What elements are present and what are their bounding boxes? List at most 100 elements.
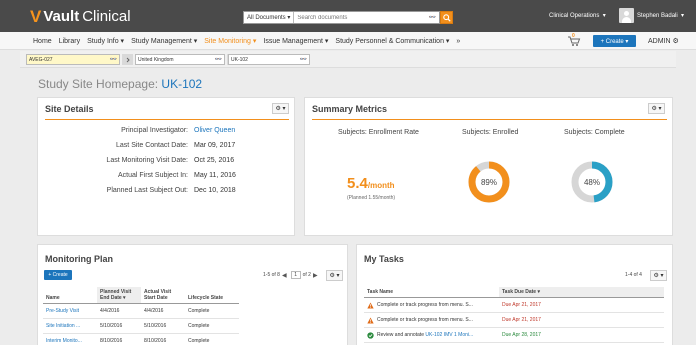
table-cell-state: Complete: [185, 318, 239, 334]
complete-donut-chart: 48%: [571, 161, 613, 203]
main-nav: Home Library Study Info ▾ Study Management …: [0, 32, 696, 50]
monitoring-plan-table: Name Planned Visit End Date ▾ Actual Visit…: [43, 287, 239, 345]
nav-item-6[interactable]: Study Personnel & Communication ▾: [335, 37, 449, 45]
country-picker[interactable]: United Kingdom 👓: [135, 54, 225, 65]
search-scope-dropdown[interactable]: All Documents ▾: [244, 12, 295, 23]
binoculars-icon[interactable]: 👓: [110, 56, 117, 63]
pager-range: 1-4 of 4: [625, 272, 642, 278]
enrolled-label: Subjects: Enrolled: [462, 129, 519, 136]
table-cell-name[interactable]: Interim Monito...: [43, 333, 97, 345]
column-header[interactable]: Task Due Date ▾: [499, 287, 664, 298]
page-title: Study Site Homepage: UK-102: [38, 77, 202, 91]
monitoring-plan-panel: Monitoring Plan + Create 1-5 of 8 ◀ 1 of…: [37, 244, 348, 345]
task-due-date: Due Apr 21, 2017: [499, 312, 664, 328]
nav-item-3[interactable]: Study Management ▾: [131, 37, 197, 45]
task-due-date: Due Apr 21, 2017: [499, 297, 664, 313]
search-box: All Documents ▾ 👓: [243, 11, 440, 24]
page-title-site[interactable]: UK-102: [161, 77, 202, 91]
page-number-input[interactable]: 1: [290, 271, 301, 279]
column-header[interactable]: Name: [43, 287, 97, 304]
task-due-date: Due Apr 28, 2017: [499, 327, 664, 343]
table-cell-planned: 8/10/2016: [97, 333, 141, 345]
nav-item-4[interactable]: Site Monitoring ▾: [204, 37, 256, 45]
monitoring-plan-title: Monitoring Plan: [45, 254, 113, 264]
site-detail-value[interactable]: Oliver Queen: [194, 127, 235, 134]
panel-divider: [45, 119, 289, 120]
create-button[interactable]: + Create ▾: [593, 35, 636, 47]
table-row: Interim Monito... 8/10/2016 8/10/2016 Compl…: [43, 333, 239, 345]
site-detail-value: May 11, 2016: [194, 172, 236, 179]
binoculars-icon[interactable]: 👓: [300, 56, 307, 63]
enrollment-rate-unit: /month: [367, 181, 395, 190]
site-detail-value: Oct 25, 2016: [194, 157, 235, 164]
vault-selector[interactable]: Clinical Operations ▾: [549, 12, 606, 19]
user-avatar[interactable]: [619, 8, 634, 23]
chevron-right-icon: [122, 54, 133, 65]
my-tasks-table: Task Name Task Due Date ▾ Complete or tra…: [364, 287, 664, 343]
column-header[interactable]: Planned Visit End Date ▾: [97, 287, 141, 304]
enrolled-donut-chart: 89%: [468, 161, 510, 203]
tasks-gear-button[interactable]: ⚙ ▾: [650, 270, 667, 281]
nav-item-7[interactable]: »: [456, 38, 460, 45]
table-cell-planned: 4/4/2016: [97, 303, 141, 319]
binoculars-icon[interactable]: 👓: [215, 56, 222, 63]
next-page-icon[interactable]: ▶: [313, 272, 318, 279]
tasks-pager: 1-4 of 4: [625, 272, 642, 278]
task-text[interactable]: Complete or track progress from menu. S.…: [377, 317, 473, 323]
complete-percent-label: 48%: [584, 178, 600, 187]
site-detail-label: Last Monitoring Visit Date:: [106, 157, 188, 164]
user-menu[interactable]: Stephen Badali ▾: [637, 12, 684, 19]
nav-item-1[interactable]: Library: [59, 38, 80, 45]
table-row: Complete or track progress from menu. S.…: [364, 312, 664, 328]
enrollment-rate-planned: (Planned 1.55/month): [347, 195, 396, 201]
summary-metrics-gear-button[interactable]: ⚙ ▾: [648, 103, 665, 114]
search-scope-label: All Documents: [247, 14, 286, 21]
caret-down-icon: ▾: [285, 15, 291, 21]
prev-page-icon[interactable]: ◀: [282, 272, 287, 279]
table-cell-actual: 5/10/2016: [141, 318, 185, 334]
admin-link[interactable]: ADMIN ⚙: [648, 37, 679, 45]
vault-logo[interactable]: V Vault Clinical: [30, 8, 131, 25]
site-value: UK-102: [231, 56, 248, 63]
task-name-cell[interactable]: Review and annotate UK-102 IMV 1 Moni...: [364, 327, 499, 343]
site-detail-label: Last Site Contact Date:: [116, 142, 188, 149]
nav-item-5[interactable]: Issue Management ▾: [263, 37, 328, 45]
site-details-panel: Site Details ⚙ ▾ Principal Investigator:…: [37, 97, 295, 236]
cart-count-badge: 0: [572, 33, 575, 39]
site-detail-label: Planned Last Subject Out:: [106, 187, 188, 194]
complete-label: Subjects: Complete: [564, 129, 625, 136]
caret-down-icon: ▾: [601, 13, 606, 19]
my-tasks-panel: My Tasks 1-4 of 4 ⚙ ▾ Task Name Task Due …: [356, 244, 673, 345]
monitoring-gear-button[interactable]: ⚙ ▾: [326, 270, 343, 281]
task-document-link[interactable]: UK-102 IMV 1 Moni...: [425, 332, 473, 338]
search-input[interactable]: [294, 12, 426, 23]
search-icon: [442, 13, 451, 22]
table-row: Site Initiation ... 5/10/2016 5/10/2016 Com…: [43, 318, 239, 334]
table-cell-actual: 8/10/2016: [141, 333, 185, 345]
pager-total: of 2: [302, 272, 311, 278]
table-cell-name[interactable]: Site Initiation ...: [43, 318, 97, 334]
site-details-title: Site Details: [45, 104, 94, 114]
column-header[interactable]: Task Name: [364, 287, 499, 298]
table-cell-actual: 4/4/2016: [141, 303, 185, 319]
study-picker[interactable]: AVEG-027 👓: [26, 54, 120, 65]
logo-product: Clinical: [82, 8, 131, 25]
task-text[interactable]: Complete or track progress from menu. S.…: [377, 302, 473, 308]
vault-selector-label: Clinical Operations: [549, 13, 600, 19]
monitoring-create-button[interactable]: + Create: [44, 270, 72, 280]
column-header[interactable]: Lifecycle State: [185, 287, 239, 304]
vault-v-icon: V: [30, 7, 42, 26]
binoculars-icon[interactable]: 👓: [426, 14, 439, 21]
enrollment-rate-label: Subjects: Enrollment Rate: [338, 129, 419, 136]
task-text[interactable]: Review and annotate: [377, 332, 424, 338]
task-name-cell[interactable]: Complete or track progress from menu. S.…: [364, 297, 499, 313]
site-picker[interactable]: UK-102 👓: [228, 54, 310, 65]
nav-item-2[interactable]: Study Info ▾: [87, 37, 124, 45]
search-button[interactable]: [440, 11, 453, 24]
column-header[interactable]: Actual Visit Start Date: [141, 287, 185, 304]
table-cell-name[interactable]: Pre-Study Visit: [43, 303, 97, 319]
nav-item-0[interactable]: Home: [33, 38, 52, 45]
site-details-gear-button[interactable]: ⚙ ▾: [272, 103, 289, 114]
top-bar: V Vault Clinical All Documents ▾ 👓 Clini…: [0, 0, 696, 32]
task-name-cell[interactable]: Complete or track progress from menu. S.…: [364, 312, 499, 328]
